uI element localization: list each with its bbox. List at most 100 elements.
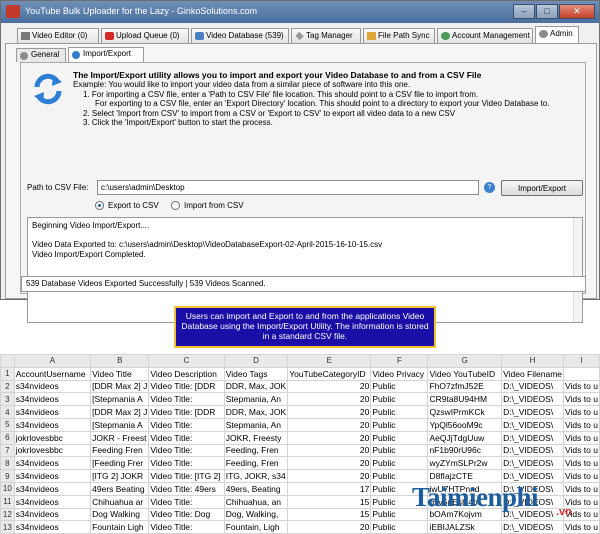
- column-header[interactable]: [0, 354, 15, 368]
- table-cell[interactable]: DDR, Max, JOK: [223, 405, 289, 419]
- table-cell[interactable]: [ITG 2] JOKR: [90, 469, 150, 483]
- subtab-general[interactable]: General: [16, 48, 66, 62]
- table-cell[interactable]: Fountain Ligh: [90, 520, 150, 534]
- table-cell[interactable]: 20: [287, 520, 372, 534]
- table-cell[interactable]: D:\_VIDEOS\: [501, 405, 565, 419]
- table-cell[interactable]: D:\_VIDEOS\: [501, 443, 565, 458]
- table-cell[interactable]: 49ers, Beating: [223, 481, 289, 496]
- row-header[interactable]: 3: [0, 392, 15, 407]
- column-header[interactable]: F: [370, 354, 429, 368]
- tab-account-management[interactable]: Account Management: [437, 28, 533, 43]
- table-cell[interactable]: Vids to u: [563, 392, 600, 407]
- table-cell[interactable]: Dog, Walking,: [223, 507, 289, 522]
- table-cell[interactable]: Chihuahua, an: [223, 494, 289, 509]
- table-cell[interactable]: AeQJjTdgUuw: [427, 430, 503, 445]
- row-header[interactable]: 2: [0, 379, 15, 394]
- row-header[interactable]: 9: [0, 469, 15, 483]
- table-cell[interactable]: AccountUsername: [13, 366, 92, 381]
- table-cell[interactable]: Video Title: 49ers: [148, 481, 225, 496]
- table-cell[interactable]: [Feeding Frer: [90, 456, 150, 471]
- table-cell[interactable]: CR9ta8U94HM: [427, 392, 503, 407]
- table-cell[interactable]: Video Title:: [148, 494, 225, 509]
- table-cell[interactable]: Video Title:: [148, 392, 225, 407]
- table-cell[interactable]: Chihuahua ar: [90, 494, 150, 509]
- table-cell[interactable]: Feeding, Fren: [223, 456, 289, 471]
- table-cell[interactable]: s34nvideos: [13, 405, 92, 419]
- row-header[interactable]: 4: [0, 405, 15, 419]
- tab-tag-manager[interactable]: Tag Manager: [291, 28, 361, 43]
- table-cell[interactable]: Public: [370, 379, 429, 394]
- table-cell[interactable]: Vids to u: [563, 417, 600, 432]
- tab-video-editor[interactable]: Video Editor (0): [17, 28, 99, 43]
- table-cell[interactable]: Public: [370, 443, 429, 458]
- table-cell[interactable]: YpQl56ooM9c: [427, 417, 503, 432]
- tab-video-database[interactable]: Video Database (539): [191, 28, 289, 43]
- table-cell[interactable]: 20: [287, 405, 372, 419]
- table-cell[interactable]: s34nvideos: [13, 392, 92, 407]
- table-cell[interactable]: 20: [287, 417, 372, 432]
- table-cell[interactable]: [DDR Max 2] J: [90, 405, 150, 419]
- table-cell[interactable]: Stepmania, An: [223, 417, 289, 432]
- table-cell[interactable]: D:\_VIDEOS\: [501, 430, 565, 445]
- row-header[interactable]: 8: [0, 456, 15, 471]
- table-cell[interactable]: [DDR Max 2] J: [90, 379, 150, 394]
- table-cell[interactable]: wyZYmSLPr2w: [427, 456, 503, 471]
- table-cell[interactable]: YouTubeCategoryID: [287, 366, 372, 381]
- table-cell[interactable]: 20: [287, 456, 372, 471]
- table-cell[interactable]: JOKR, Freesty: [223, 430, 289, 445]
- table-cell[interactable]: 49ers Beating: [90, 481, 150, 496]
- table-cell[interactable]: Video Filename: [501, 366, 565, 381]
- table-cell[interactable]: s34nvideos: [13, 507, 92, 522]
- tab-file-path-sync[interactable]: File Path Sync: [363, 28, 435, 43]
- row-header[interactable]: 1: [0, 366, 15, 381]
- row-header[interactable]: 11: [0, 494, 15, 509]
- table-cell[interactable]: 20: [287, 469, 372, 483]
- table-cell[interactable]: Video Title:: [148, 430, 225, 445]
- table-cell[interactable]: Public: [370, 456, 429, 471]
- table-cell[interactable]: Stepmania, An: [223, 392, 289, 407]
- help-icon[interactable]: ?: [484, 182, 495, 193]
- row-header[interactable]: 13: [0, 520, 15, 534]
- row-header[interactable]: 7: [0, 443, 15, 458]
- table-cell[interactable]: nF1b90rU96c: [427, 443, 503, 458]
- table-cell[interactable]: Video Title:: [148, 520, 225, 534]
- table-cell[interactable]: Fountain, Ligh: [223, 520, 289, 534]
- table-cell[interactable]: QzswIPrmKCk: [427, 405, 503, 419]
- table-cell[interactable]: 20: [287, 430, 372, 445]
- minimize-button[interactable]: –: [513, 4, 535, 19]
- table-cell[interactable]: 17: [287, 481, 372, 496]
- column-header[interactable]: G: [427, 354, 503, 368]
- row-header[interactable]: 12: [0, 507, 15, 522]
- log-scrollbar[interactable]: [573, 218, 582, 322]
- column-header[interactable]: E: [287, 354, 372, 368]
- table-cell[interactable]: D:\_VIDEOS\: [501, 456, 565, 471]
- table-cell[interactable]: s34nvideos: [13, 417, 92, 432]
- column-header[interactable]: H: [501, 354, 565, 368]
- table-cell[interactable]: s34nvideos: [13, 469, 92, 483]
- table-cell[interactable]: [Stepmania A: [90, 417, 150, 432]
- table-cell[interactable]: FhO7zfmJ52E: [427, 379, 503, 394]
- table-cell[interactable]: Vids to u: [563, 456, 600, 471]
- subtab-import-export[interactable]: Import/Export: [68, 47, 144, 62]
- table-cell[interactable]: Vids to u: [563, 379, 600, 394]
- column-header[interactable]: A: [13, 354, 92, 368]
- table-cell[interactable]: 20: [287, 379, 372, 394]
- row-header[interactable]: 6: [0, 430, 15, 445]
- table-cell[interactable]: jokrlovesbbc: [13, 430, 92, 445]
- table-cell[interactable]: Vids to u: [563, 405, 600, 419]
- table-cell[interactable]: Feeding, Fren: [223, 443, 289, 458]
- table-cell[interactable]: DDR, Max, JOK: [223, 379, 289, 394]
- table-cell[interactable]: Feeding Fren: [90, 443, 150, 458]
- table-cell[interactable]: Video Title: [ITG 2]: [148, 469, 225, 483]
- table-cell[interactable]: Video Title: [DDR: [148, 405, 225, 419]
- table-cell[interactable]: 20: [287, 443, 372, 458]
- table-cell[interactable]: Video Description: [148, 366, 225, 381]
- table-cell[interactable]: [563, 366, 600, 381]
- table-cell[interactable]: s34nvideos: [13, 494, 92, 509]
- tab-upload-queue[interactable]: Upload Queue (0): [101, 28, 189, 43]
- table-cell[interactable]: s34nvideos: [13, 379, 92, 394]
- column-header[interactable]: I: [563, 354, 600, 368]
- row-header[interactable]: 10: [0, 481, 15, 496]
- table-cell[interactable]: Video Title: Dog: [148, 507, 225, 522]
- table-cell[interactable]: jokrlovesbbc: [13, 443, 92, 458]
